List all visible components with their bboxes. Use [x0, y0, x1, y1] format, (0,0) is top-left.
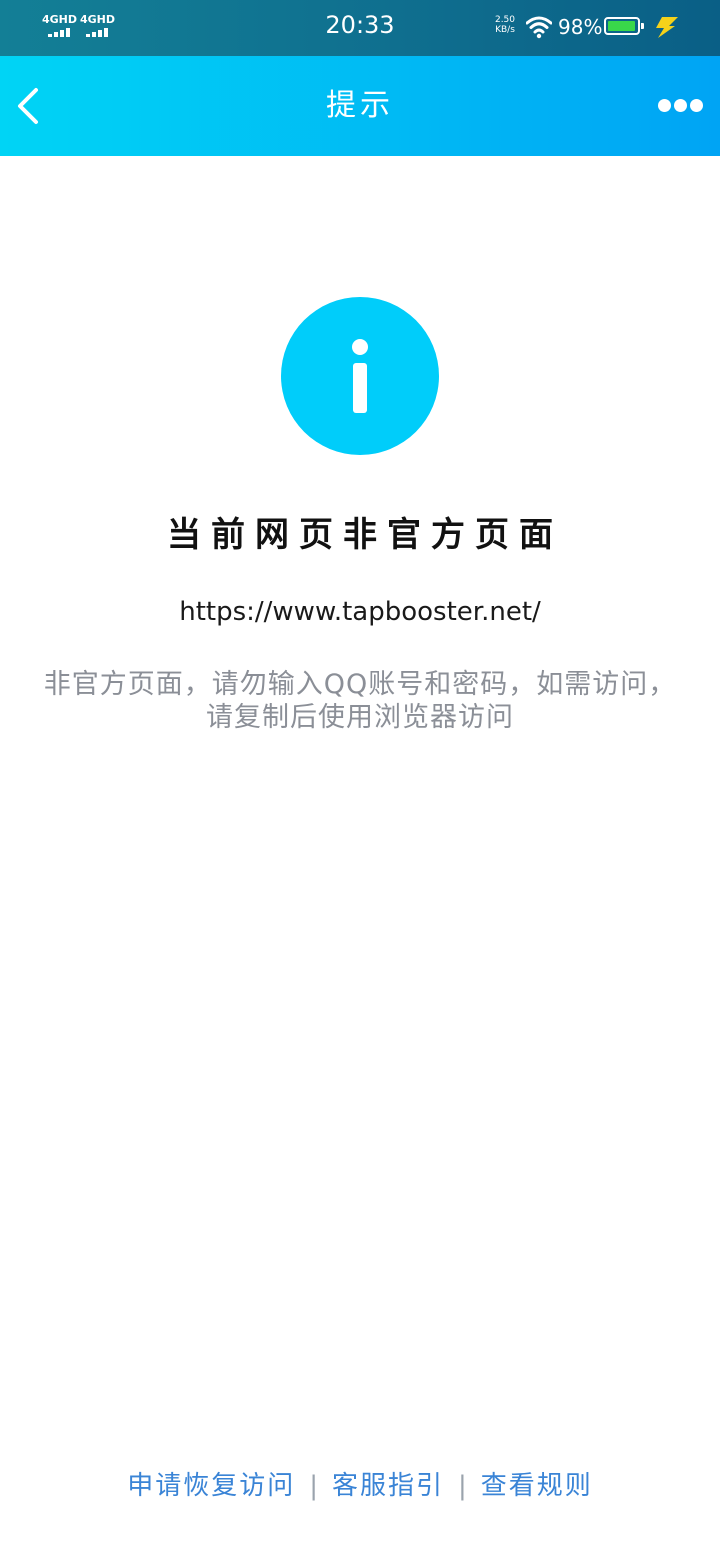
view-rules-link[interactable]: 查看规则 [481, 1471, 593, 1501]
battery-percent: 98% [558, 15, 603, 39]
battery-fill [608, 21, 636, 31]
warning-description: 非官方页面，请勿输入QQ账号和密码，如需访问，请复制后使用浏览器访问 [43, 669, 677, 733]
page-url: https://www.tapbooster.net/ [179, 597, 541, 627]
footer-separator: | [458, 1471, 467, 1501]
info-icon [281, 297, 439, 455]
nav-bar: 提示 [0, 56, 720, 156]
request-restore-access-link[interactable]: 申请恢复访问 [127, 1471, 295, 1501]
more-button[interactable] [654, 94, 704, 118]
warning-headline: 当前网页非官方页面 [167, 515, 563, 555]
wifi-icon [526, 16, 552, 39]
network-speed-unit: KB/s [495, 25, 515, 35]
charging-bolt-icon [656, 17, 678, 38]
footer-links: 申请恢复访问 | 客服指引 | 查看规则 [0, 1466, 720, 1506]
network-speed: 2.50 KB/s [490, 15, 520, 35]
battery-icon [604, 17, 644, 35]
customer-service-guide-link[interactable]: 客服指引 [332, 1471, 444, 1501]
footer-separator: | [309, 1471, 318, 1501]
page-title: 提示 [326, 88, 394, 123]
network-speed-value: 2.50 [494, 15, 516, 25]
status-bar: 4GHD 4GHD 20:33 2.50 KB/s 98% [0, 0, 720, 56]
